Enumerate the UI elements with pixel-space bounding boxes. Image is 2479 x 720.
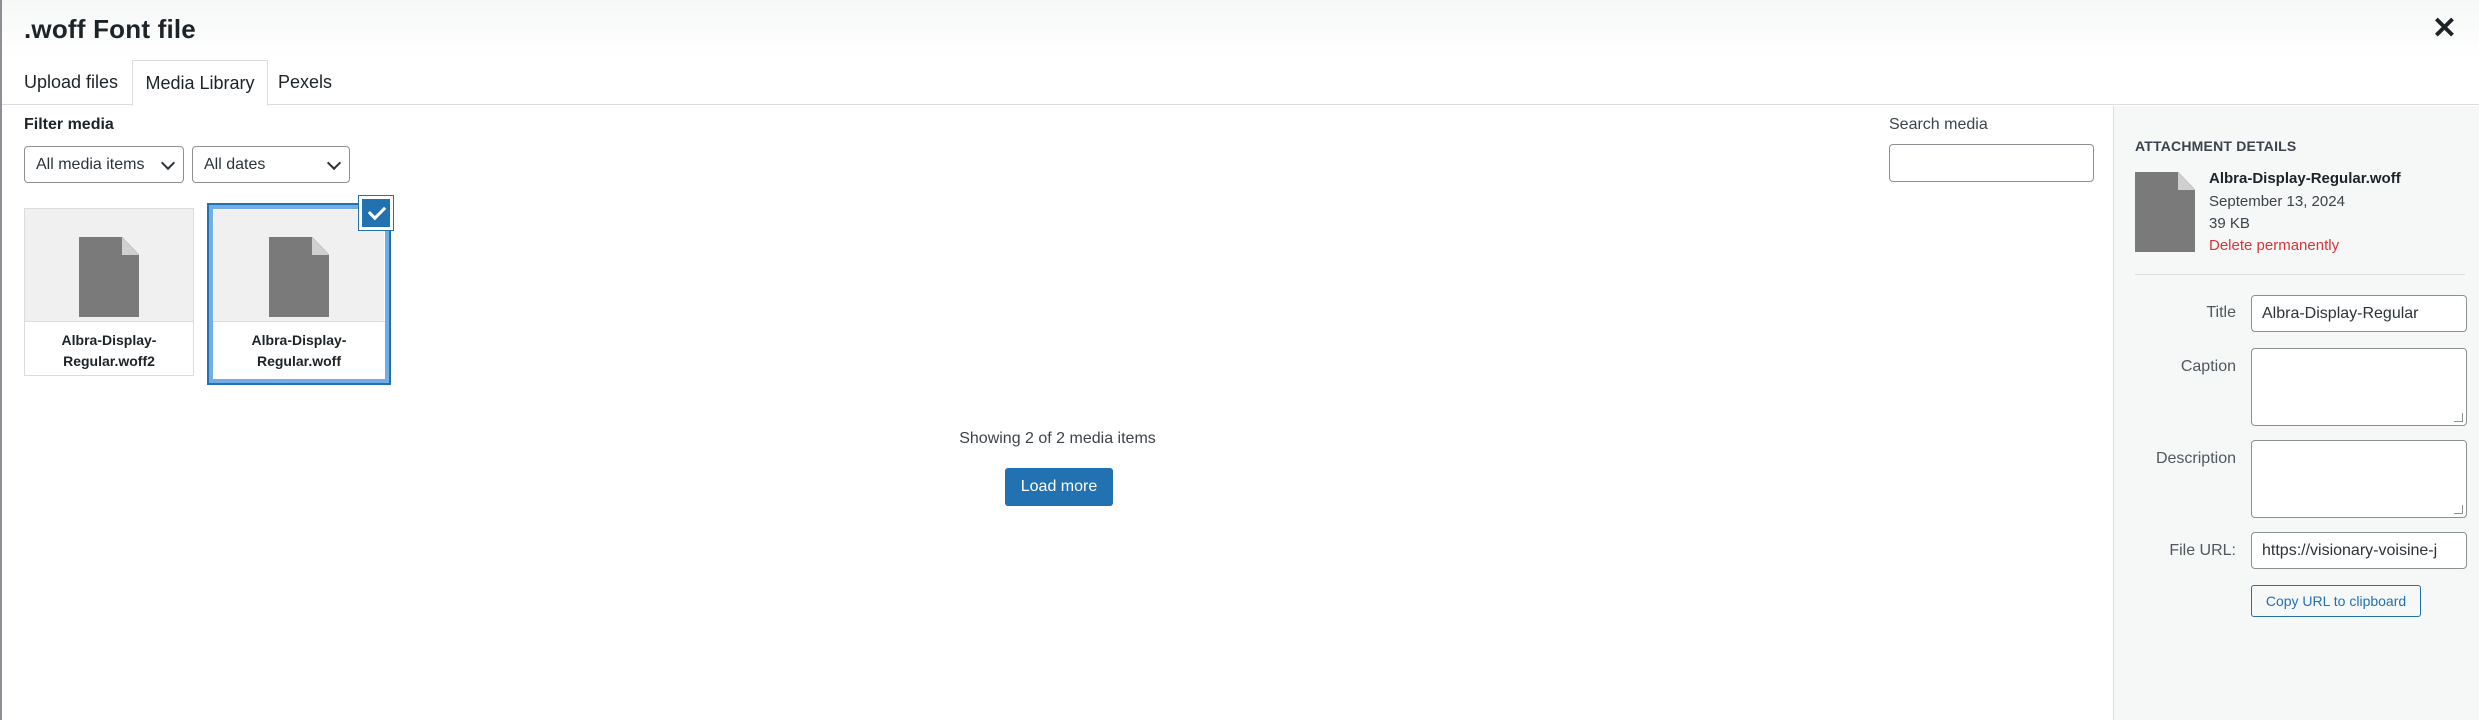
divider (2135, 274, 2465, 275)
dates-select[interactable]: All dates (192, 146, 350, 183)
title-input[interactable]: Albra-Display-Regular (2251, 295, 2467, 332)
search-media-input[interactable] (1889, 144, 2094, 182)
description-textarea[interactable] (2251, 440, 2467, 518)
attachment-details-sidebar: Attachment Details Albra-Display-Regular… (2113, 106, 2479, 720)
tab-pexels[interactable]: Pexels (268, 60, 342, 105)
modal-header: .woff Font file ✕ (2, 0, 2479, 60)
showing-count: Showing 2 of 2 media items (959, 430, 1156, 447)
router-tabs: Upload files Media Library Pexels (2, 60, 2479, 106)
media-type-select[interactable]: All media items (24, 146, 184, 183)
filename-line: Regular.woff (256, 353, 341, 369)
filename-line: Regular.woff2 (63, 353, 155, 369)
attachment-item[interactable]: Albra-Display- Regular.woff2 (24, 208, 194, 376)
search-media-label: Search media (1889, 116, 1988, 133)
media-modal: .woff Font file ✕ Upload files Media Lib… (0, 0, 2479, 720)
dates-value: All dates (204, 156, 266, 173)
attachments-browser: Filter media All media items All dates S… (2, 106, 2113, 720)
copy-url-button[interactable]: Copy URL to clipboard (2251, 585, 2421, 617)
details-heading: Attachment Details (2135, 138, 2297, 154)
close-icon[interactable]: ✕ (2432, 14, 2457, 44)
tab-media-library[interactable]: Media Library (132, 60, 268, 106)
attachment-filename: Albra-Display- Regular.woff (213, 321, 385, 379)
media-type-value: All media items (36, 156, 145, 173)
modal-title: .woff Font file (24, 14, 196, 44)
file-url-label: File URL: (2169, 542, 2236, 559)
document-icon (79, 237, 139, 317)
caption-label: Caption (2180, 358, 2236, 375)
attachment-thumbnail (25, 209, 193, 321)
caption-textarea[interactable] (2251, 348, 2467, 426)
delete-permanently-link[interactable]: Delete permanently (2209, 237, 2339, 254)
attachment-item-selected[interactable]: Albra-Display- Regular.woff (209, 205, 389, 383)
chevron-down-icon (326, 155, 342, 171)
details-size: 39 KB (2209, 215, 2250, 232)
document-icon (2135, 172, 2195, 252)
filter-media-label: Filter media (24, 116, 114, 133)
load-more-button[interactable]: Load more (1005, 468, 1113, 506)
filename-line: Albra-Display- (251, 332, 347, 348)
details-date: September 13, 2024 (2209, 193, 2345, 210)
details-filename: Albra-Display-Regular.woff (2209, 170, 2401, 187)
attachment-filename: Albra-Display- Regular.woff2 (25, 321, 193, 375)
description-label: Description (2155, 450, 2236, 467)
checkmark-icon[interactable] (359, 196, 393, 230)
document-icon (269, 237, 329, 317)
tab-upload-files[interactable]: Upload files (14, 60, 128, 105)
title-label: Title (2206, 304, 2236, 321)
chevron-down-icon (160, 155, 176, 171)
file-url-input[interactable]: https://visionary-voisine-j (2251, 532, 2467, 569)
filename-line: Albra-Display- (61, 332, 157, 348)
